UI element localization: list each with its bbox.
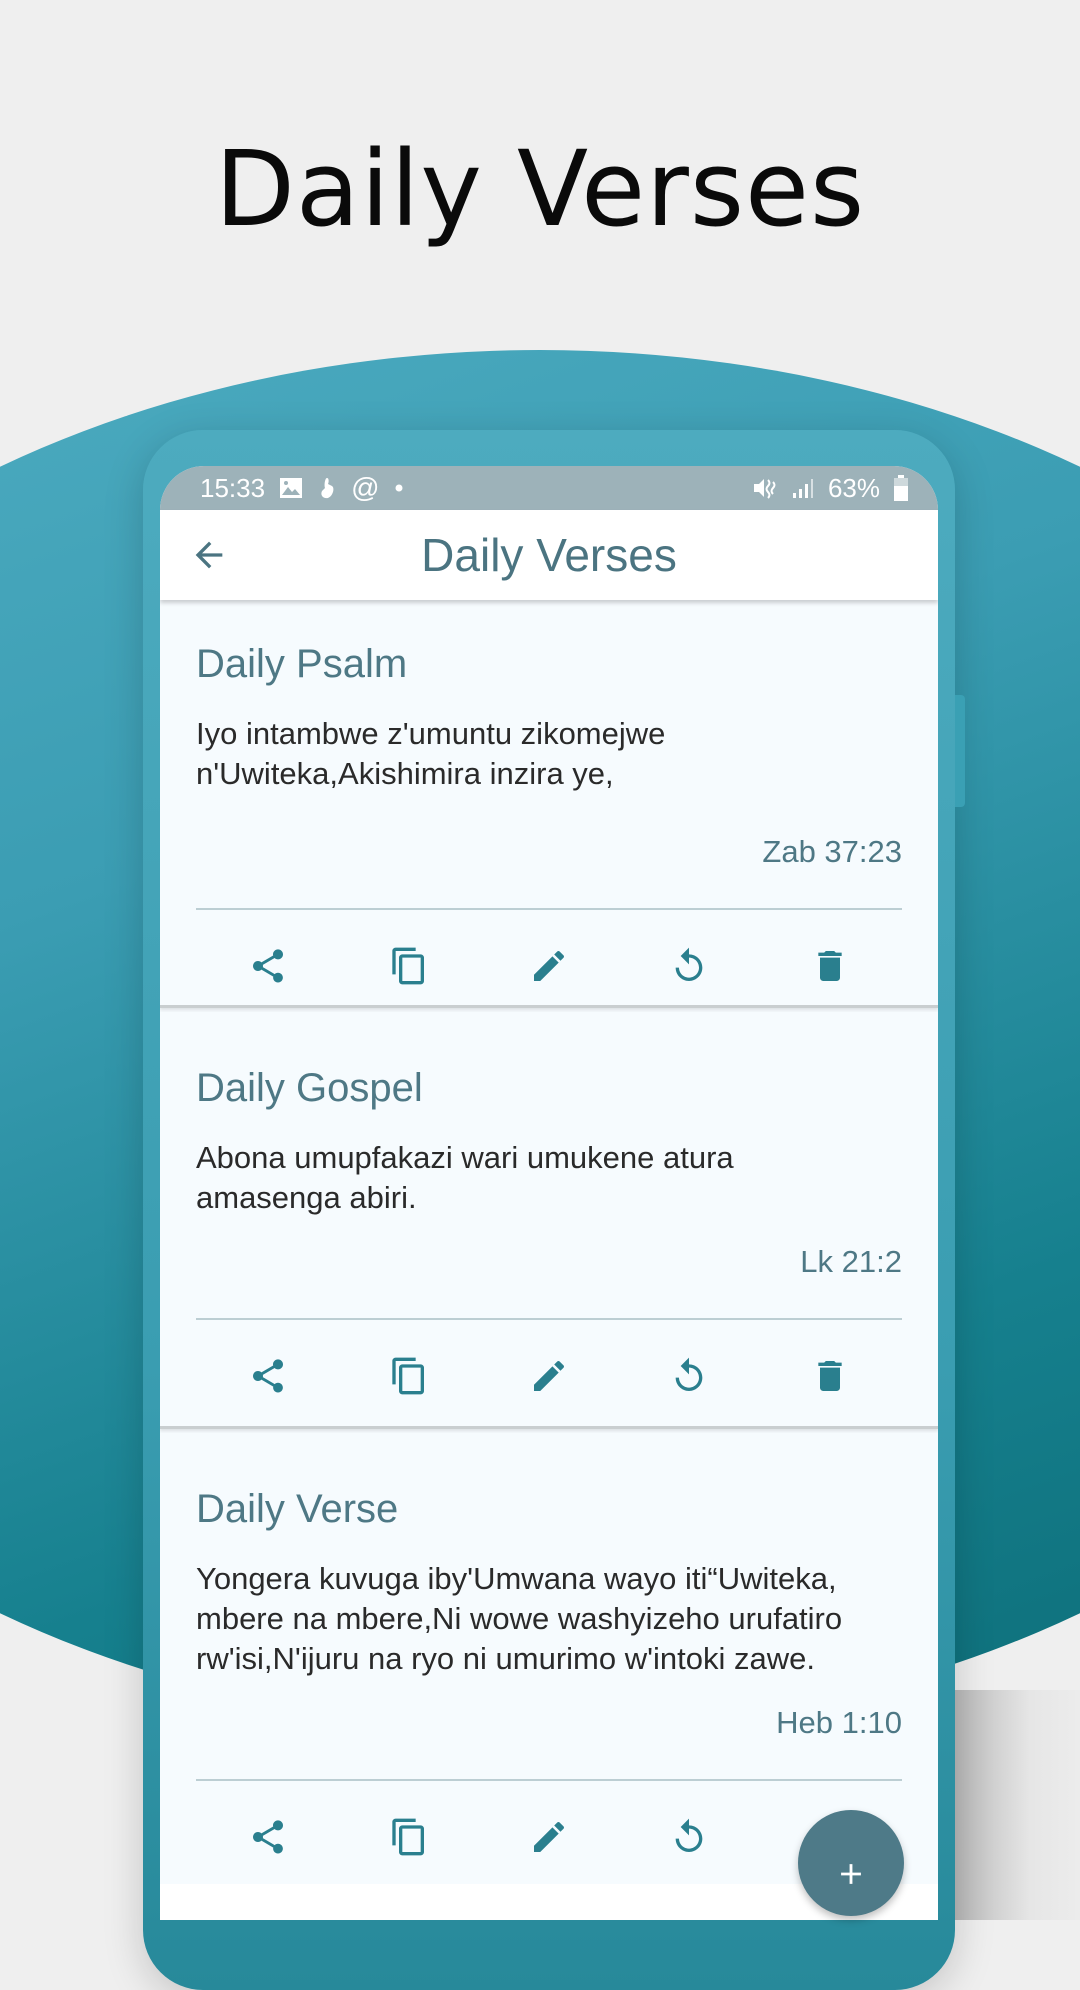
card-reference: Lk 21:2 <box>800 1244 902 1279</box>
refresh-button[interactable] <box>659 936 719 996</box>
share-icon <box>253 949 284 983</box>
share-button[interactable] <box>238 1807 298 1867</box>
back-button[interactable] <box>184 530 234 580</box>
card-reference: Heb 1:10 <box>776 1705 902 1740</box>
edit-button[interactable] <box>519 936 579 996</box>
status-time: 15:33 <box>200 472 266 503</box>
dot-icon <box>394 483 404 493</box>
card-body: Abona umupfakazi wari umukene atura amas… <box>196 1140 734 1215</box>
battery-icon <box>894 475 908 501</box>
share-button[interactable] <box>238 1346 298 1406</box>
verse-card-psalm: Daily Psalm Iyo intambwe z'umuntu zikome… <box>160 600 938 1008</box>
refresh-icon <box>676 1357 703 1391</box>
share-button[interactable] <box>238 936 298 996</box>
copy-icon <box>391 947 424 985</box>
add-verse-button[interactable] <box>798 1810 904 1916</box>
phone-screen: 15:33 @ 63% Daily Verses Daily Psalm Iyo… <box>160 466 938 1920</box>
pencil-icon <box>533 950 564 981</box>
card-title: Daily Psalm <box>196 642 408 686</box>
copy-icon <box>391 1357 424 1395</box>
app-title: Daily Verses <box>421 529 677 581</box>
refresh-button[interactable] <box>659 1346 719 1406</box>
hand-icon <box>317 476 337 500</box>
copy-button[interactable] <box>379 1346 439 1406</box>
card-actions <box>196 1320 902 1432</box>
refresh-icon <box>676 947 703 981</box>
arrow-left-icon <box>195 541 223 569</box>
edit-button[interactable] <box>519 1346 579 1406</box>
share-icon <box>253 1820 284 1854</box>
refresh-icon <box>676 1818 703 1852</box>
card-reference: Zab 37:23 <box>762 834 902 869</box>
battery-percent: 63% <box>827 472 880 503</box>
app-bar: Daily Verses <box>160 510 938 600</box>
trash-icon <box>818 1361 842 1391</box>
trash-icon <box>818 951 842 981</box>
plus-icon <box>841 1864 861 1884</box>
gallery-icon <box>279 477 303 499</box>
pencil-icon <box>533 1821 564 1852</box>
pencil-icon <box>533 1360 564 1391</box>
promo-title: Daily Verses <box>214 128 866 250</box>
card-actions <box>196 1781 902 1893</box>
signal-icon <box>792 477 814 499</box>
delete-button[interactable] <box>800 936 860 996</box>
verse-card-gospel: Daily Gospel Abona umupfakazi wari umuke… <box>160 1012 938 1429</box>
edit-button[interactable] <box>519 1807 579 1867</box>
card-title: Daily Verse <box>196 1487 399 1531</box>
mute-vibrate-icon <box>752 476 778 500</box>
copy-button[interactable] <box>379 936 439 996</box>
delete-button[interactable] <box>800 1346 860 1406</box>
copy-button[interactable] <box>379 1807 439 1867</box>
card-title: Daily Gospel <box>196 1066 423 1110</box>
status-bar: 15:33 @ 63% <box>160 466 938 510</box>
background-shade <box>955 1690 1080 1920</box>
refresh-button[interactable] <box>659 1807 719 1867</box>
card-body: Yongera kuvuga iby'Umwana wayo iti“Uwite… <box>196 1561 843 1676</box>
card-actions <box>196 910 902 1022</box>
phone-side-button <box>955 695 965 807</box>
copy-icon <box>391 1818 424 1856</box>
share-icon <box>253 1359 284 1393</box>
card-body: Iyo intambwe z'umuntu zikomejwe n'Uwitek… <box>196 716 666 791</box>
at-icon: @ <box>351 472 380 503</box>
